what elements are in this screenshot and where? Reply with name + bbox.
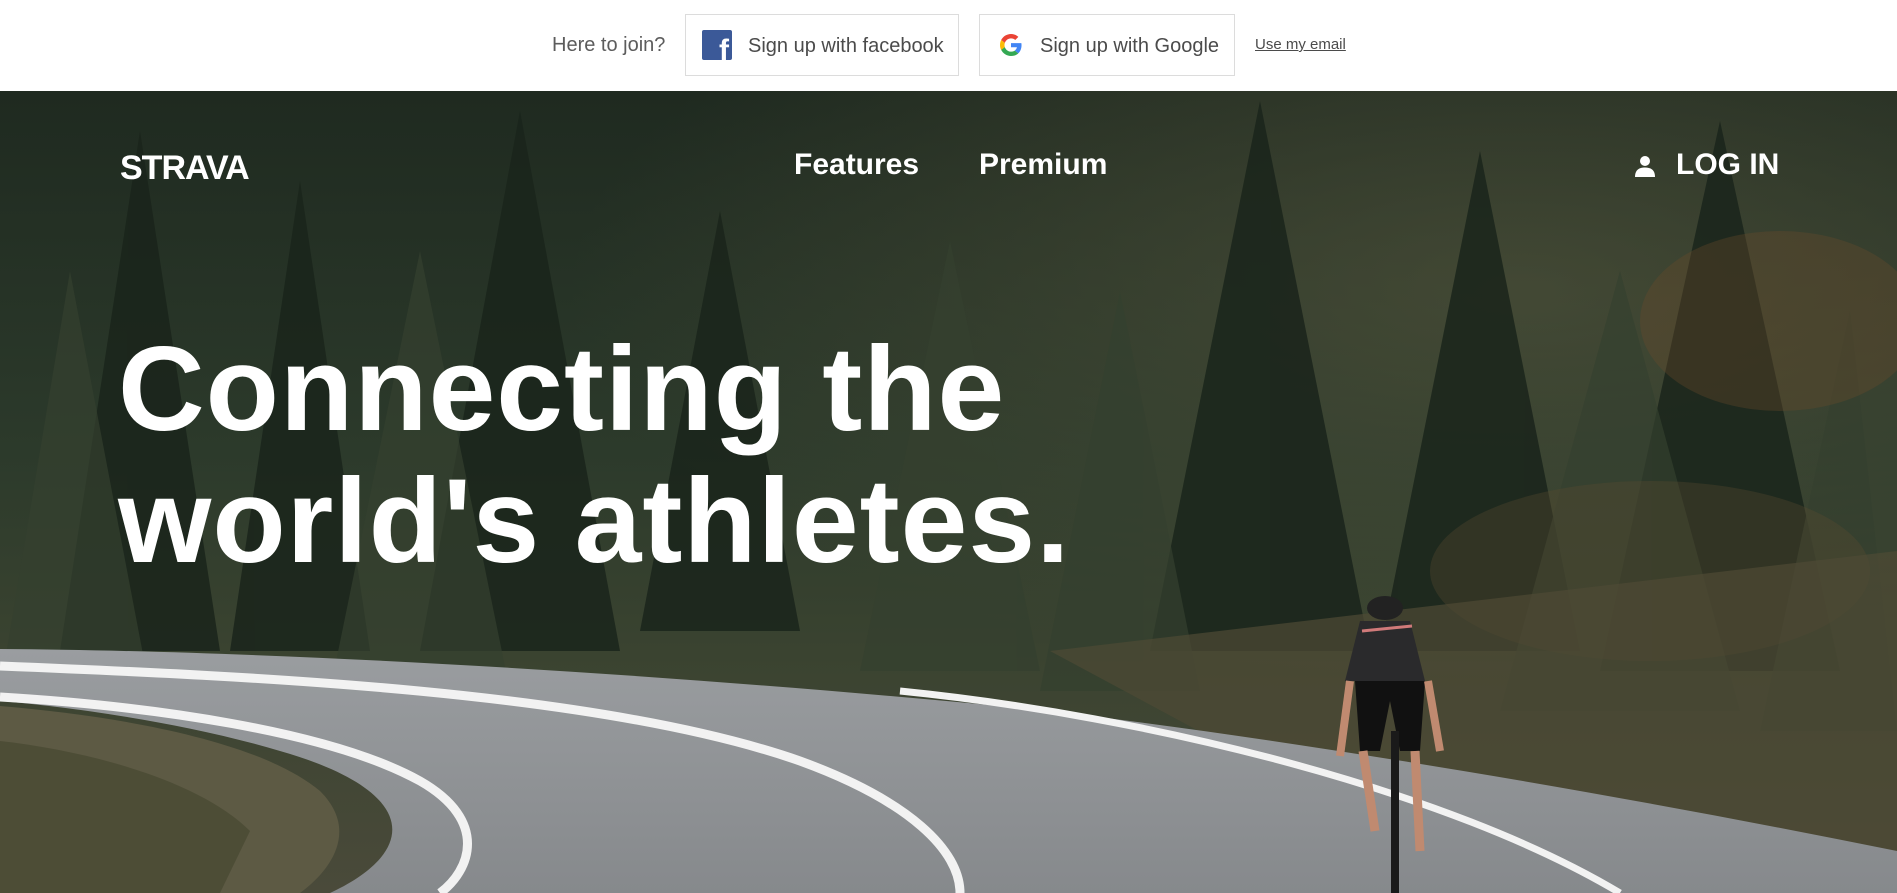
nav-features-link[interactable]: Features <box>794 147 919 183</box>
signup-facebook-label: Sign up with facebook <box>748 35 944 57</box>
hero-headline: Connecting the world's athletes. <box>118 323 1118 587</box>
facebook-icon: f <box>702 30 732 60</box>
use-email-link[interactable]: Use my email <box>1255 36 1346 54</box>
google-icon <box>1000 34 1022 56</box>
nav-premium-link[interactable]: Premium <box>979 147 1107 183</box>
hero-headline-line-1: Connecting the <box>118 322 1006 456</box>
login-label: LOG IN <box>1676 148 1780 181</box>
hero-section: STRAVA Features Premium LOG IN Connectin… <box>0 91 1897 893</box>
strava-logo[interactable]: STRAVA <box>120 148 250 188</box>
signup-google-button[interactable]: Sign up with Google <box>979 14 1235 76</box>
signup-facebook-button[interactable]: f Sign up with facebook <box>685 14 959 76</box>
hero-headline-line-2: world's athletes. <box>118 454 1071 588</box>
join-prompt: Here to join? <box>552 34 666 56</box>
signup-bar: Here to join? f Sign up with facebook Si… <box>0 0 1897 91</box>
signup-google-label: Sign up with Google <box>1040 35 1220 57</box>
user-icon <box>1635 156 1655 177</box>
